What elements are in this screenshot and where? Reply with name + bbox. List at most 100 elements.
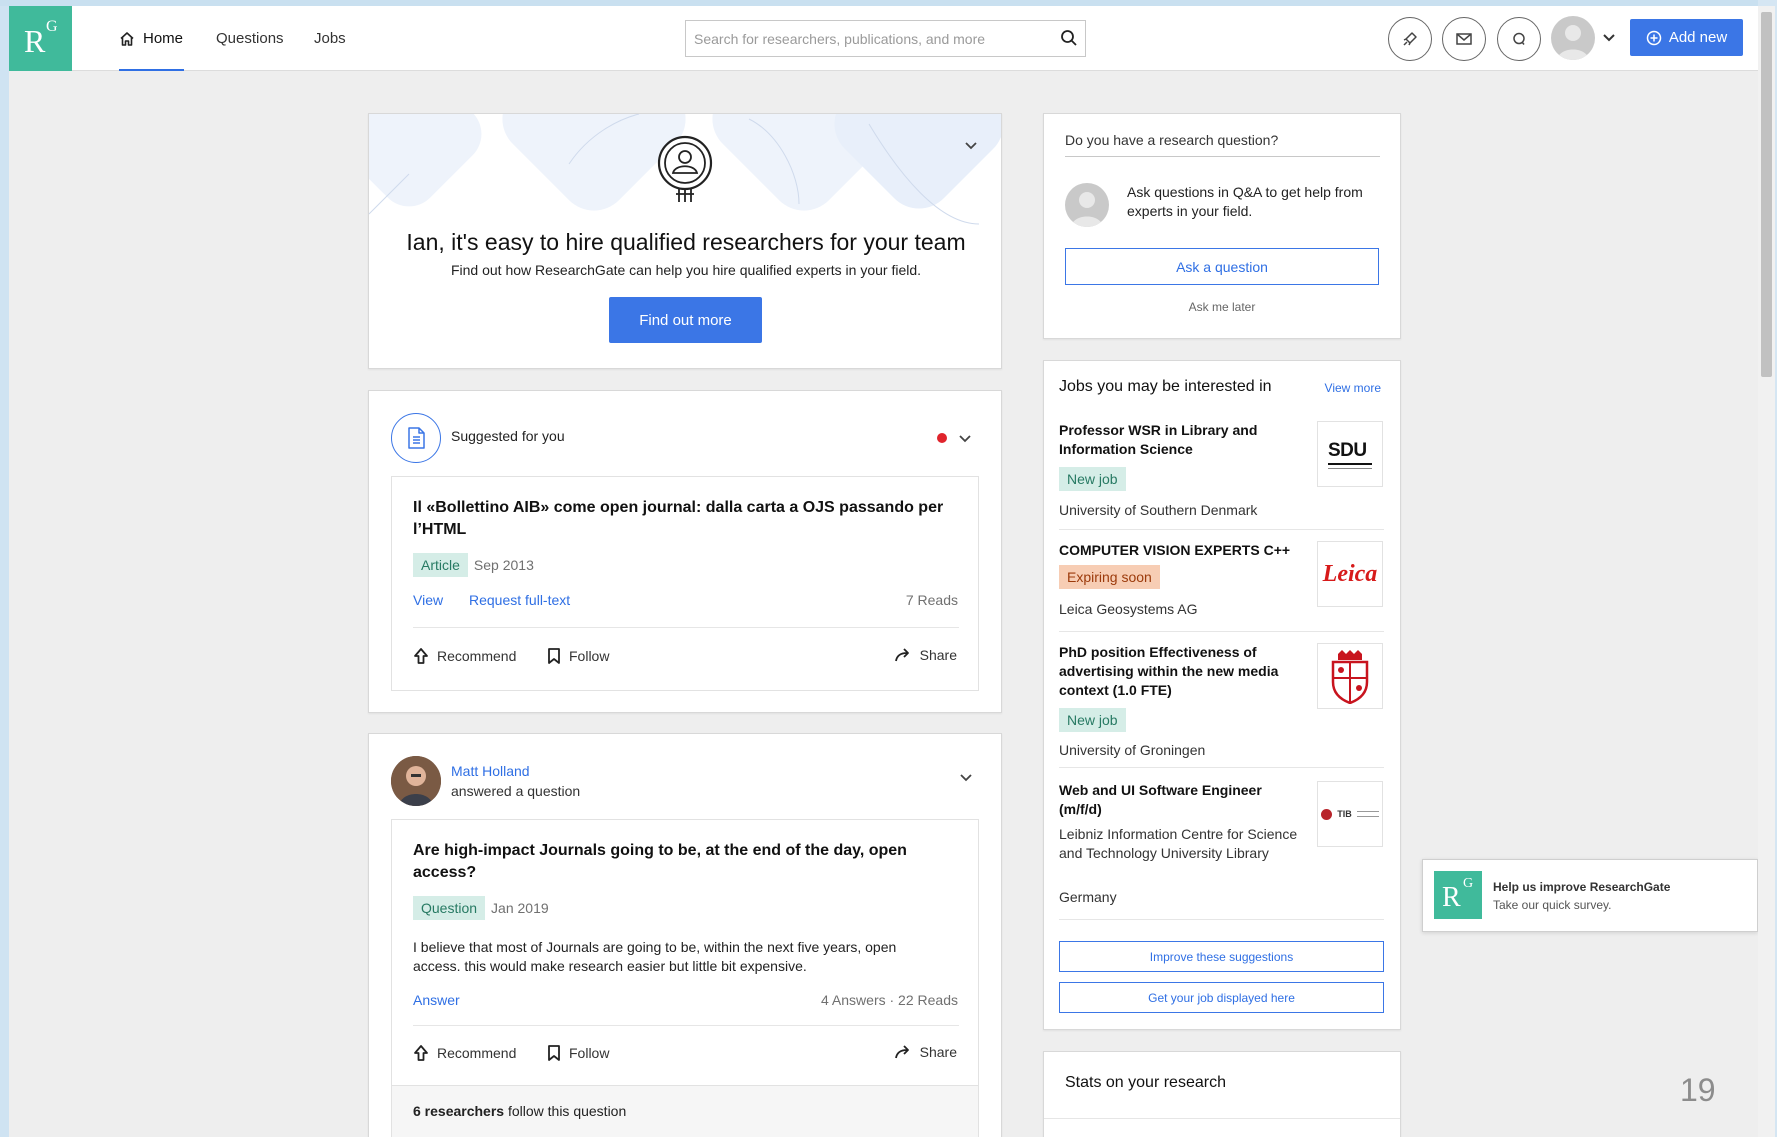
nav-home-label: Home: [143, 30, 184, 47]
nav-questions[interactable]: Questions: [216, 30, 284, 47]
leica-logo-text: Leica: [1322, 560, 1378, 587]
search-input[interactable]: [686, 21, 1036, 56]
get-job-displayed-button[interactable]: Get your job displayed here: [1059, 982, 1384, 1013]
answer-link[interactable]: Answer: [413, 992, 460, 1008]
messages-button[interactable]: [1442, 17, 1486, 61]
recommend-label: Recommend: [437, 1045, 517, 1061]
hire-promo-card: Ian, it's easy to hire qualified researc…: [368, 113, 1002, 369]
notifications-button[interactable]: [1388, 17, 1432, 61]
add-new-button[interactable]: Add new: [1630, 19, 1743, 56]
add-new-label: Add new: [1668, 29, 1728, 46]
job-org: University of Groningen: [1059, 742, 1206, 758]
survey-popup[interactable]: R G Help us improve ResearchGate Take ou…: [1422, 859, 1758, 932]
survey-title: Help us improve ResearchGate: [1493, 880, 1671, 894]
job-item[interactable]: PhD position Effectiveness of advertisin…: [1059, 643, 1384, 758]
chevron-down-icon[interactable]: [959, 771, 973, 785]
question-activity-card: Matt Holland answered a question Are hig…: [368, 733, 1002, 1137]
job-title[interactable]: PhD position Effectiveness of advertisin…: [1059, 643, 1284, 700]
question-meta: Question Jan 2019: [413, 896, 549, 920]
job-org: University of Southern Denmark: [1059, 502, 1258, 518]
expiring-soon-badge: Expiring soon: [1059, 565, 1160, 589]
research-question-input[interactable]: Do you have a research question?: [1065, 132, 1380, 157]
publication-date: Sep 2013: [473, 557, 534, 573]
chevron-down-icon[interactable]: [958, 432, 972, 446]
question-body: I believe that most of Journals are goin…: [413, 939, 897, 974]
followers-text: 6 researchers follow this question: [413, 1103, 626, 1119]
share-button[interactable]: Share: [894, 647, 957, 663]
generic-avatar: [1065, 183, 1109, 227]
divider: [413, 627, 959, 628]
divider: [1059, 631, 1384, 632]
frame-left: [0, 0, 9, 1137]
follow-button[interactable]: Follow: [547, 1044, 609, 1062]
publication-title[interactable]: Il «Bollettino AIB» come open journal: d…: [413, 497, 953, 541]
question-stats: 4 Answers · 22 Reads: [821, 992, 958, 1008]
follow-label: Follow: [569, 648, 610, 664]
divider: [1044, 1118, 1400, 1119]
recommend-button[interactable]: Recommend: [413, 1044, 516, 1062]
document-icon: [408, 427, 425, 449]
author-avatar[interactable]: [391, 756, 441, 806]
ask-question-card: Do you have a research question? Ask que…: [1043, 113, 1401, 339]
user-avatar[interactable]: [1551, 16, 1595, 60]
stats-card-title: Stats on your research: [1065, 1074, 1226, 1091]
job-title[interactable]: Professor WSR in Library and Information…: [1059, 421, 1274, 459]
job-title[interactable]: COMPUTER VISION EXPERTS C++: [1059, 541, 1299, 560]
ask-card-text: Ask questions in Q&A to get help from ex…: [1127, 184, 1363, 219]
chat-button[interactable]: [1497, 17, 1541, 61]
researcher-badge-icon: [657, 135, 713, 202]
slide-number: 19: [1680, 1072, 1716, 1108]
hire-card-subtitle: Find out how ResearchGate can help you h…: [450, 262, 922, 278]
researchgate-logo[interactable]: R G: [9, 6, 72, 71]
view-link[interactable]: View: [413, 592, 443, 608]
leica-logo: Leica: [1317, 541, 1383, 607]
tib-dot: [1321, 808, 1333, 820]
follow-button[interactable]: Follow: [547, 647, 609, 665]
nav-jobs[interactable]: Jobs: [314, 30, 346, 47]
improve-suggestions-button[interactable]: Improve these suggestions: [1059, 941, 1384, 972]
ask-me-later-link[interactable]: Ask me later: [1044, 300, 1400, 314]
user-silhouette-icon: [1557, 25, 1589, 60]
scrollbar-thumb[interactable]: [1761, 12, 1772, 377]
divider: [413, 1025, 959, 1026]
question-title[interactable]: Are high-impact Journals going to be, at…: [413, 840, 933, 884]
request-full-text-link[interactable]: Request full-text: [469, 592, 570, 608]
share-button[interactable]: Share: [894, 1044, 957, 1060]
job-item[interactable]: COMPUTER VISION EXPERTS C++ Expiring soo…: [1059, 541, 1384, 631]
divider: [1059, 529, 1384, 530]
unread-dot: [937, 433, 947, 443]
author-name-link[interactable]: Matt Holland: [451, 763, 530, 779]
view-more-link[interactable]: View more: [1325, 381, 1381, 395]
logo-letter-r: R: [1442, 882, 1461, 913]
recommend-button[interactable]: Recommend: [413, 647, 516, 665]
jobs-card: Jobs you may be interested in View more …: [1043, 360, 1401, 1030]
job-title[interactable]: Web and UI Software Engineer (m/f/d): [1059, 781, 1284, 819]
find-out-more-button[interactable]: Find out more: [609, 297, 762, 343]
search-icon[interactable]: [1060, 29, 1078, 47]
question-tag: Question: [413, 896, 486, 920]
university-crest-icon: [1331, 650, 1369, 704]
job-badge-wrap: Expiring soon: [1059, 565, 1160, 589]
divider: [1059, 767, 1384, 768]
nav-home[interactable]: Home: [119, 30, 183, 47]
share-label: Share: [919, 647, 957, 663]
share-label: Share: [919, 1044, 957, 1060]
logo-letter-g: G: [46, 18, 58, 35]
new-job-badge: New job: [1059, 708, 1126, 732]
share-arrow-icon: [894, 648, 909, 662]
job-org: Leibniz Information Centre for Science a…: [1059, 826, 1298, 861]
document-icon-circle: [391, 413, 441, 463]
follow-label: Follow: [569, 1045, 610, 1061]
job-country: Germany: [1059, 889, 1117, 905]
followers-count: 6 researchers: [413, 1103, 505, 1119]
survey-subtitle: Take our quick survey.: [1493, 898, 1612, 912]
tib-logo-lines: [1356, 811, 1379, 817]
tib-logo: TIB: [1317, 781, 1383, 847]
job-item[interactable]: Web and UI Software Engineer (m/f/d) Lei…: [1059, 781, 1384, 911]
chevron-down-icon[interactable]: [964, 139, 978, 153]
chevron-down-icon[interactable]: [1602, 31, 1616, 45]
new-job-badge: New job: [1059, 467, 1126, 491]
jobs-card-title: Jobs you may be interested in: [1059, 378, 1272, 395]
job-item[interactable]: Professor WSR in Library and Information…: [1059, 421, 1384, 531]
ask-a-question-button[interactable]: Ask a question: [1065, 248, 1379, 285]
